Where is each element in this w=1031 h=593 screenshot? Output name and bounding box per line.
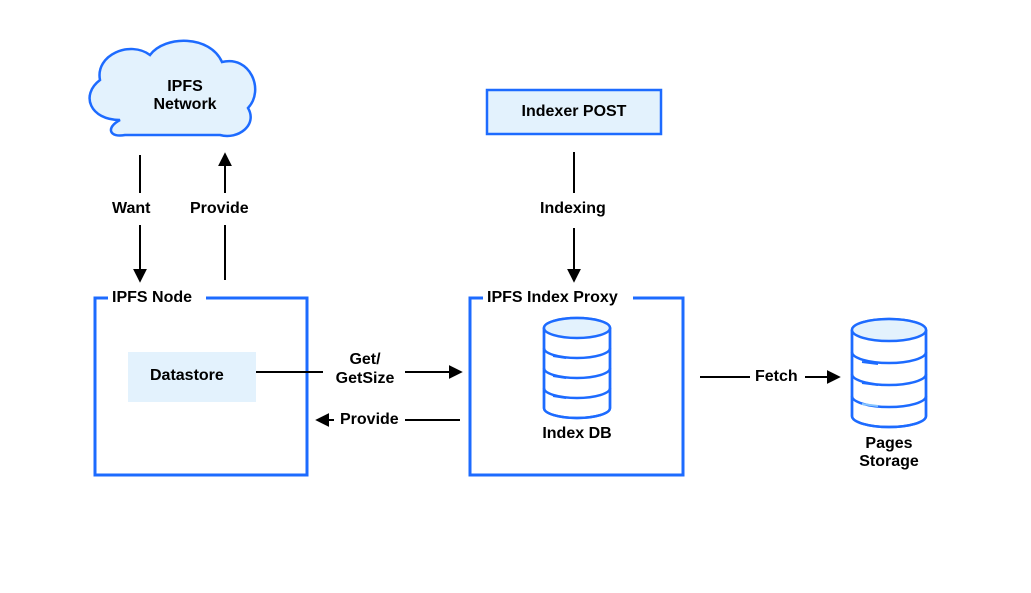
architecture-diagram: IPFS Network IPFS Node Datastore Indexer… [0, 0, 1031, 593]
ipfs-network-label-line2: Network [153, 96, 216, 113]
edge-want-label: Want [112, 200, 151, 218]
datastore-label: Datastore [150, 367, 224, 385]
ipfs-index-proxy-box [470, 298, 683, 475]
pages-storage-label-line1: Pages [865, 435, 912, 452]
ipfs-node-title: IPFS Node [112, 289, 192, 307]
edge-fetch-label: Fetch [755, 368, 798, 386]
edge-provide-left-label: Provide [340, 411, 399, 429]
edge-provide-up-label: Provide [190, 200, 249, 218]
indexer-post-label: Indexer POST [487, 103, 661, 121]
storage-icon [852, 319, 926, 427]
index-db-label: Index DB [537, 425, 617, 443]
edge-get-getsize-label: Get/ GetSize [330, 350, 400, 388]
ipfs-network-label-line1: IPFS [167, 78, 203, 95]
pages-storage-label-line2: Storage [859, 453, 919, 470]
ipfs-node-box [95, 298, 307, 475]
pages-storage-label: Pages Storage [849, 435, 929, 471]
ipfs-network-label: IPFS Network [140, 78, 230, 114]
ipfs-index-proxy-title: IPFS Index Proxy [487, 289, 618, 307]
database-icon [544, 318, 610, 418]
edge-get-line2: GetSize [336, 370, 395, 387]
edge-indexing-label: Indexing [540, 200, 606, 218]
edge-get-line1: Get/ [349, 351, 380, 368]
